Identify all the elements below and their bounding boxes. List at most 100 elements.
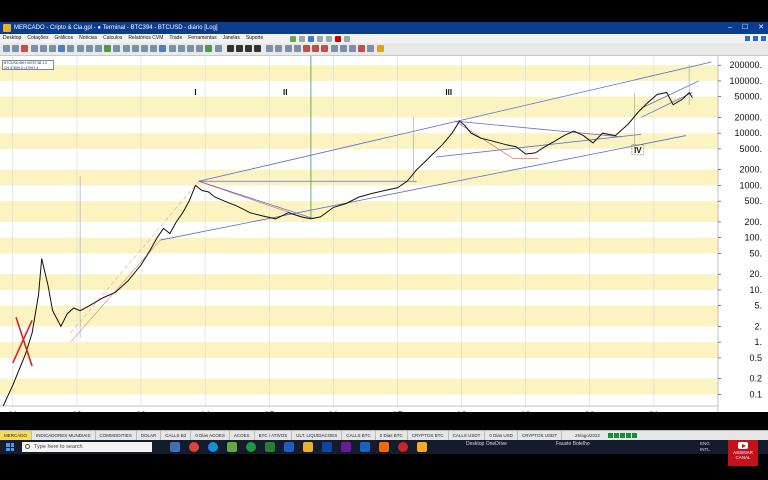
app-icon[interactable] bbox=[246, 442, 256, 452]
menu-graficos[interactable]: Gráficos bbox=[54, 34, 73, 43]
app-icon[interactable] bbox=[341, 442, 351, 452]
toolbar-tool-icon[interactable] bbox=[113, 45, 121, 52]
sheet-tab[interactable]: BTC / ATIVOS bbox=[255, 431, 293, 440]
app-icon[interactable] bbox=[284, 442, 294, 452]
toolbar-tool-icon[interactable] bbox=[76, 45, 84, 52]
sheet-tab[interactable]: CRYPTOS USDT bbox=[518, 431, 562, 440]
quick-icon[interactable] bbox=[326, 35, 332, 42]
chart-area[interactable]: 200000. 100000. 50000. 20000. 10000. 5000. 200… bbox=[0, 53, 768, 420]
toolbar-tool-icon[interactable] bbox=[85, 45, 93, 52]
toolbar-tool-icon[interactable] bbox=[214, 45, 222, 52]
edge-icon[interactable] bbox=[208, 442, 218, 452]
toolbar-tool-icon[interactable] bbox=[177, 45, 185, 52]
toolbar-tool-icon[interactable] bbox=[245, 45, 252, 52]
app-icon[interactable] bbox=[379, 442, 389, 452]
sheet-tab[interactable]: INDICADORES MUNDIAIS bbox=[32, 431, 96, 440]
toolbar-tool-icon[interactable] bbox=[39, 45, 47, 52]
sheet-tab[interactable]: COMMODITIES bbox=[96, 431, 137, 440]
quick-icon[interactable] bbox=[317, 35, 323, 42]
app-icon[interactable] bbox=[322, 442, 332, 452]
app-icon[interactable] bbox=[360, 442, 370, 452]
toolbar-tool-icon[interactable] bbox=[95, 45, 102, 52]
toolbar-tool-icon[interactable] bbox=[330, 45, 338, 52]
toolbar-tool-icon[interactable] bbox=[303, 45, 310, 52]
sheet-tab[interactable]: ACOES bbox=[230, 431, 255, 440]
quick-icon[interactable] bbox=[290, 35, 296, 42]
menu-janelas[interactable]: Janelas bbox=[223, 34, 240, 43]
toolbar-tool-icon[interactable] bbox=[21, 45, 29, 52]
toolbar-tool-icon[interactable] bbox=[205, 45, 213, 52]
toolbar-tool-icon[interactable] bbox=[358, 45, 366, 52]
toolbar-tool-icon[interactable] bbox=[104, 45, 112, 52]
taskbar-item-desktop[interactable]: Desktop OneDrive bbox=[466, 441, 507, 447]
toolbar-tool-icon[interactable] bbox=[168, 45, 176, 52]
toolbar-tool-icon[interactable] bbox=[12, 45, 20, 52]
windows-start-icon[interactable] bbox=[6, 443, 14, 451]
sheet-tab[interactable]: ULT. LIQUIDACOES bbox=[292, 431, 343, 440]
panel-icon[interactable] bbox=[761, 36, 766, 41]
toolbar-tool-icon[interactable] bbox=[293, 45, 301, 52]
toolbar-tool-icon[interactable] bbox=[254, 45, 262, 52]
toolbar-tool-icon[interactable] bbox=[196, 45, 204, 52]
toolbar-tool-icon[interactable] bbox=[67, 45, 75, 52]
toolbar-tool-icon[interactable] bbox=[367, 45, 375, 52]
toolbar-tool-icon[interactable] bbox=[376, 45, 384, 52]
sheet-tab[interactable]: 0 Dias BTC bbox=[376, 431, 408, 440]
menu-trade[interactable]: Trade bbox=[169, 34, 182, 43]
maximize-button[interactable]: ☐ bbox=[742, 22, 748, 34]
toolbar-tool-icon[interactable] bbox=[3, 45, 10, 52]
toolbar-tool-icon[interactable] bbox=[235, 45, 243, 52]
minimize-button[interactable]: – bbox=[728, 22, 732, 34]
chrome-icon[interactable] bbox=[189, 442, 199, 452]
menu-ferramentas[interactable]: Ferramentas bbox=[188, 34, 216, 43]
toolbar-tool-icon[interactable] bbox=[321, 45, 329, 52]
quick-icon[interactable] bbox=[299, 35, 305, 42]
toolbar-tool-icon[interactable] bbox=[122, 45, 130, 52]
toolbar-tool-icon[interactable] bbox=[339, 45, 347, 52]
quick-icon[interactable] bbox=[308, 35, 314, 42]
menu-suporte[interactable]: Suporte bbox=[246, 34, 264, 43]
app-icon[interactable] bbox=[265, 442, 275, 452]
folder-icon[interactable] bbox=[303, 442, 313, 452]
sheet-tab[interactable]: CALLS BTC bbox=[342, 431, 376, 440]
menu-relatorios[interactable]: Relatórios CVM bbox=[128, 34, 163, 43]
sheet-tab[interactable]: 0 Dias ACOES bbox=[191, 431, 230, 440]
menu-desktop[interactable]: Desktop bbox=[3, 34, 21, 43]
sheet-tab[interactable]: 0 Dias USD bbox=[485, 431, 518, 440]
toolbar-tool-icon[interactable] bbox=[49, 45, 56, 52]
panel-icon[interactable] bbox=[753, 36, 758, 41]
toolbar-tool-icon[interactable] bbox=[159, 45, 167, 52]
app-icon[interactable] bbox=[417, 442, 427, 452]
sheet-tab[interactable]: MERCADO bbox=[0, 431, 33, 440]
sheet-tab[interactable]: DOLAR bbox=[137, 431, 162, 440]
menu-calculos[interactable]: Calculos bbox=[103, 34, 122, 43]
menu-cotacoes[interactable]: Cotações bbox=[27, 34, 48, 43]
taskbar-item-user[interactable]: Fausto Botelho bbox=[556, 441, 590, 447]
quick-icon[interactable] bbox=[335, 35, 341, 42]
subscribe-badge[interactable]: ASSINAR CANAL bbox=[728, 440, 758, 466]
quick-icon[interactable] bbox=[344, 35, 350, 42]
toolbar-tool-icon[interactable] bbox=[131, 45, 139, 52]
sheet-tab[interactable]: CALLS USDT bbox=[449, 431, 486, 440]
sheet-tab[interactable]: CALLS B3 bbox=[161, 431, 192, 440]
toolbar-tool-icon[interactable] bbox=[312, 45, 320, 52]
toolbar-tool-icon[interactable] bbox=[150, 45, 158, 52]
toolbar-tool-icon[interactable] bbox=[187, 45, 194, 52]
tray-region[interactable]: INTL bbox=[700, 447, 710, 453]
toolbar-tool-icon[interactable] bbox=[30, 45, 38, 52]
panel-icon[interactable] bbox=[745, 36, 750, 41]
menu-noticias[interactable]: Notícias bbox=[79, 34, 97, 43]
app-icon[interactable] bbox=[398, 442, 408, 452]
toolbar-tool-icon[interactable] bbox=[226, 45, 234, 52]
toolbar-tool-icon[interactable] bbox=[275, 45, 283, 52]
taskbar-search[interactable]: Type here to search bbox=[22, 442, 152, 452]
toolbar-tool-icon[interactable] bbox=[349, 45, 356, 52]
toolbar-tool-icon[interactable] bbox=[284, 45, 292, 52]
app-icon[interactable] bbox=[227, 442, 237, 452]
price-chart[interactable]: 200000.100000.50000.20000.10000.5000.200… bbox=[0, 53, 768, 420]
sheet-tab[interactable]: CRYPTOS BTC bbox=[408, 431, 449, 440]
cortana-icon[interactable] bbox=[170, 442, 180, 452]
toolbar-tool-icon[interactable] bbox=[58, 45, 66, 52]
close-button[interactable]: ✕ bbox=[758, 22, 764, 34]
toolbar-tool-icon[interactable] bbox=[266, 45, 274, 52]
